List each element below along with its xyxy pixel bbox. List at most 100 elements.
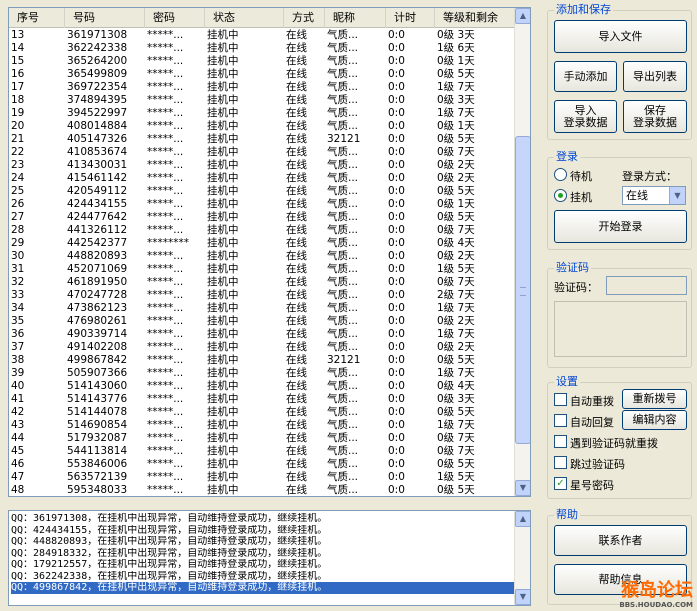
- log-line[interactable]: QQ：448820893，在挂机中出现异常，自动维持登录成功，继续挂机。: [11, 536, 514, 548]
- import-file-button[interactable]: 导入文件: [554, 20, 687, 53]
- column-header[interactable]: 状态: [205, 8, 284, 28]
- table-row[interactable]: 14 362242338 *****... 挂机中 在线 气质... 0:0 1级 6天: [9, 42, 516, 55]
- save-login-data-button[interactable]: 保存 登录数据: [623, 100, 687, 133]
- table-cell: 0:0: [388, 302, 405, 314]
- table-row[interactable]: 45 544113814 *****... 挂机中 在线 气质... 0:0 0级 7天: [9, 445, 516, 458]
- table-row[interactable]: 36 490339714 *****... 挂机中 在线 气质... 0:0 1级 7天: [9, 328, 516, 341]
- table-cell: 气质...: [327, 380, 359, 392]
- table-row[interactable]: 18 374894395 *****... 挂机中 在线 气质... 0:0 0级 3天: [9, 94, 516, 107]
- hangup-radio[interactable]: [554, 189, 567, 202]
- table-row[interactable]: 26 424434155 *****... 挂机中 在线 气质... 0:0 0级 1天: [9, 198, 516, 211]
- column-header[interactable]: 密码: [145, 8, 205, 28]
- table-row[interactable]: 27 424477642 *****... 挂机中 在线 气质... 0:0 0级 5天: [9, 211, 516, 224]
- scroll-up-arrow-icon[interactable]: ▲: [515, 8, 530, 24]
- table-cell: 32121: [327, 354, 361, 366]
- star-password-checkbox[interactable]: ✓: [554, 477, 567, 490]
- table-row[interactable]: 23 413430031 *****... 挂机中 在线 气质... 0:0 0级 2天: [9, 159, 516, 172]
- table-cell: 气质...: [327, 315, 359, 327]
- redial-button[interactable]: 重新拨号: [622, 389, 687, 409]
- table-row[interactable]: 25 420549112 *****... 挂机中 在线 气质... 0:0 0级 5天: [9, 185, 516, 198]
- auto-redial-checkbox[interactable]: [554, 393, 567, 406]
- table-cell: 14: [11, 42, 25, 54]
- table-row[interactable]: 47 563572139 *****... 挂机中 在线 气质... 0:0 1级 5天: [9, 471, 516, 484]
- table-cell: 441326112: [67, 224, 128, 236]
- table-row[interactable]: 19 394522997 *****... 挂机中 在线 气质... 0:0 1级 7天: [9, 107, 516, 120]
- skip-captcha-checkbox[interactable]: [554, 456, 567, 469]
- table-cell: 32121: [327, 133, 361, 145]
- table-row[interactable]: 32 461891950 *****... 挂机中 在线 气质... 0:0 0级 7天: [9, 276, 516, 289]
- hangup-label: 挂机: [570, 191, 592, 204]
- log-line[interactable]: QQ：424434155，在挂机中出现异常，自动维持登录成功，继续挂机。: [11, 525, 514, 537]
- table-cell: 气质...: [327, 224, 359, 236]
- list-scrollbar[interactable]: ▲ ▼: [514, 8, 530, 496]
- table-row[interactable]: 20 408014884 *****... 挂机中 在线 气质... 0:0 0级 1天: [9, 120, 516, 133]
- login-method-select[interactable]: 在线 ▼: [622, 186, 686, 205]
- table-row[interactable]: 13 361971308 *****... 挂机中 在线 气质... 0:0 0级 3天: [9, 29, 516, 42]
- table-row[interactable]: 17 369722354 *****... 挂机中 在线 气质... 0:0 1级 7天: [9, 81, 516, 94]
- column-header[interactable]: 昵称: [325, 8, 386, 28]
- table-row[interactable]: 40 514143060 *****... 挂机中 在线 气质... 0:0 0级 4天: [9, 380, 516, 393]
- log-scroll-down-icon[interactable]: ▼: [515, 589, 530, 605]
- scroll-down-arrow-icon[interactable]: ▼: [515, 480, 530, 496]
- table-row[interactable]: 28 441326112 *****... 挂机中 在线 气质... 0:0 0级 7天: [9, 224, 516, 237]
- table-row[interactable]: 46 553846006 *****... 挂机中 在线 气质... 0:0 0级 5天: [9, 458, 516, 471]
- column-header[interactable]: 序号: [9, 8, 65, 28]
- table-cell: *****...: [147, 250, 184, 262]
- column-header[interactable]: 计时: [386, 8, 435, 28]
- log-line[interactable]: QQ：284918332，在挂机中出现异常，自动维持登录成功，继续挂机。: [11, 548, 514, 560]
- column-header[interactable]: 等级和剩余: [435, 8, 516, 28]
- column-header[interactable]: 方式: [284, 8, 325, 28]
- table-row[interactable]: 30 448820893 *****... 挂机中 在线 气质... 0:0 0级 2天: [9, 250, 516, 263]
- table-row[interactable]: 35 476980261 *****... 挂机中 在线 气质... 0:0 0级 2天: [9, 315, 516, 328]
- table-row[interactable]: 41 514143776 *****... 挂机中 在线 气质... 0:0 0级 3天: [9, 393, 516, 406]
- table-cell: 气质...: [327, 81, 359, 93]
- standby-radio[interactable]: [554, 168, 567, 181]
- table-cell: 气质...: [327, 471, 359, 483]
- log-line[interactable]: QQ：362242338，在挂机中出现异常，自动维持登录成功，继续挂机。: [11, 571, 514, 583]
- table-row[interactable]: 43 514690854 *****... 挂机中 在线 气质... 0:0 1级 7天: [9, 419, 516, 432]
- table-row[interactable]: 15 365264200 *****... 挂机中 在线 气质... 0:0 0级 1天: [9, 55, 516, 68]
- table-cell: *****...: [147, 81, 184, 93]
- captcha-redial-checkbox[interactable]: [554, 435, 567, 448]
- table-cell: 0:0: [388, 471, 405, 483]
- contact-author-button[interactable]: 联系作者: [554, 525, 687, 556]
- captcha-input[interactable]: [606, 276, 687, 295]
- table-cell: 1级 5天: [437, 263, 475, 275]
- log-line[interactable]: QQ：361971308，在挂机中出现异常，自动维持登录成功，继续挂机。: [11, 513, 514, 525]
- log-scroll-up-icon[interactable]: ▲: [515, 511, 530, 527]
- export-list-button[interactable]: 导出列表: [623, 61, 687, 92]
- table-row[interactable]: 31 452071069 *****... 挂机中 在线 气质... 0:0 1级 5天: [9, 263, 516, 276]
- table-row[interactable]: 29 442542377 ******** 挂机中 在线 气质... 0:0 0级 4天: [9, 237, 516, 250]
- start-login-button[interactable]: 开始登录: [554, 210, 687, 243]
- log-scrollbar[interactable]: ▲ ▼: [514, 511, 530, 605]
- log-line[interactable]: QQ：179212557，在挂机中出现异常，自动维持登录成功，继续挂机。: [11, 559, 514, 571]
- table-row[interactable]: 44 517932087 *****... 挂机中 在线 气质... 0:0 0级 7天: [9, 432, 516, 445]
- column-header[interactable]: 号码: [65, 8, 145, 28]
- scroll-thumb[interactable]: [515, 136, 530, 444]
- edit-content-button[interactable]: 编辑内容: [622, 410, 687, 430]
- table-row[interactable]: 22 410853674 *****... 挂机中 在线 气质... 0:0 0级 7天: [9, 146, 516, 159]
- table-row[interactable]: 37 491402208 *****... 挂机中 在线 气质... 0:0 0级 2天: [9, 341, 516, 354]
- auto-reply-checkbox[interactable]: [554, 414, 567, 427]
- table-cell: *****...: [147, 107, 184, 119]
- manual-add-button[interactable]: 手动添加: [554, 61, 617, 92]
- table-row[interactable]: 48 595348033 *****... 挂机中 在线 气质... 0:0 0级 5天: [9, 484, 516, 496]
- table-cell: *****...: [147, 289, 184, 301]
- table-row[interactable]: 21 405147326 *****... 挂机中 在线 32121 0:0 0级 5天: [9, 133, 516, 146]
- table-cell: 在线: [286, 315, 307, 327]
- table-row[interactable]: 16 365499809 *****... 挂机中 在线 气质... 0:0 0级 5天: [9, 68, 516, 81]
- log-line[interactable]: QQ：499867842，在挂机中出现异常，自动维持登录成功，继续挂机。: [11, 582, 514, 594]
- table-row[interactable]: 24 415461142 *****... 挂机中 在线 气质... 0:0 0级 2天: [9, 172, 516, 185]
- table-row[interactable]: 38 499867842 *****... 挂机中 在线 32121 0:0 0级 5天: [9, 354, 516, 367]
- table-row[interactable]: 39 505907366 *****... 挂机中 在线 气质... 0:0 1级 7天: [9, 367, 516, 380]
- table-cell: 0级 5天: [437, 185, 475, 197]
- log-panel[interactable]: QQ：361971308，在挂机中出现异常，自动维持登录成功，继续挂机。 QQ：4…: [8, 510, 531, 606]
- table-row[interactable]: 33 470247728 *****... 挂机中 在线 气质... 0:0 2级 7天: [9, 289, 516, 302]
- account-list[interactable]: 序号 号码 密码 状态 方式 昵称 计时 等级和剩余 13 361971308 *****... 挂…: [8, 7, 531, 497]
- chevron-down-icon[interactable]: ▼: [669, 187, 685, 204]
- table-row[interactable]: 34 473862123 *****... 挂机中 在线 气质... 0:0 1级 7天: [9, 302, 516, 315]
- help-title: 帮助: [554, 508, 580, 522]
- import-login-data-button[interactable]: 导入 登录数据: [554, 100, 617, 133]
- table-cell: 挂机中: [207, 159, 239, 171]
- table-row[interactable]: 42 514144078 *****... 挂机中 在线 气质... 0:0 0级 5天: [9, 406, 516, 419]
